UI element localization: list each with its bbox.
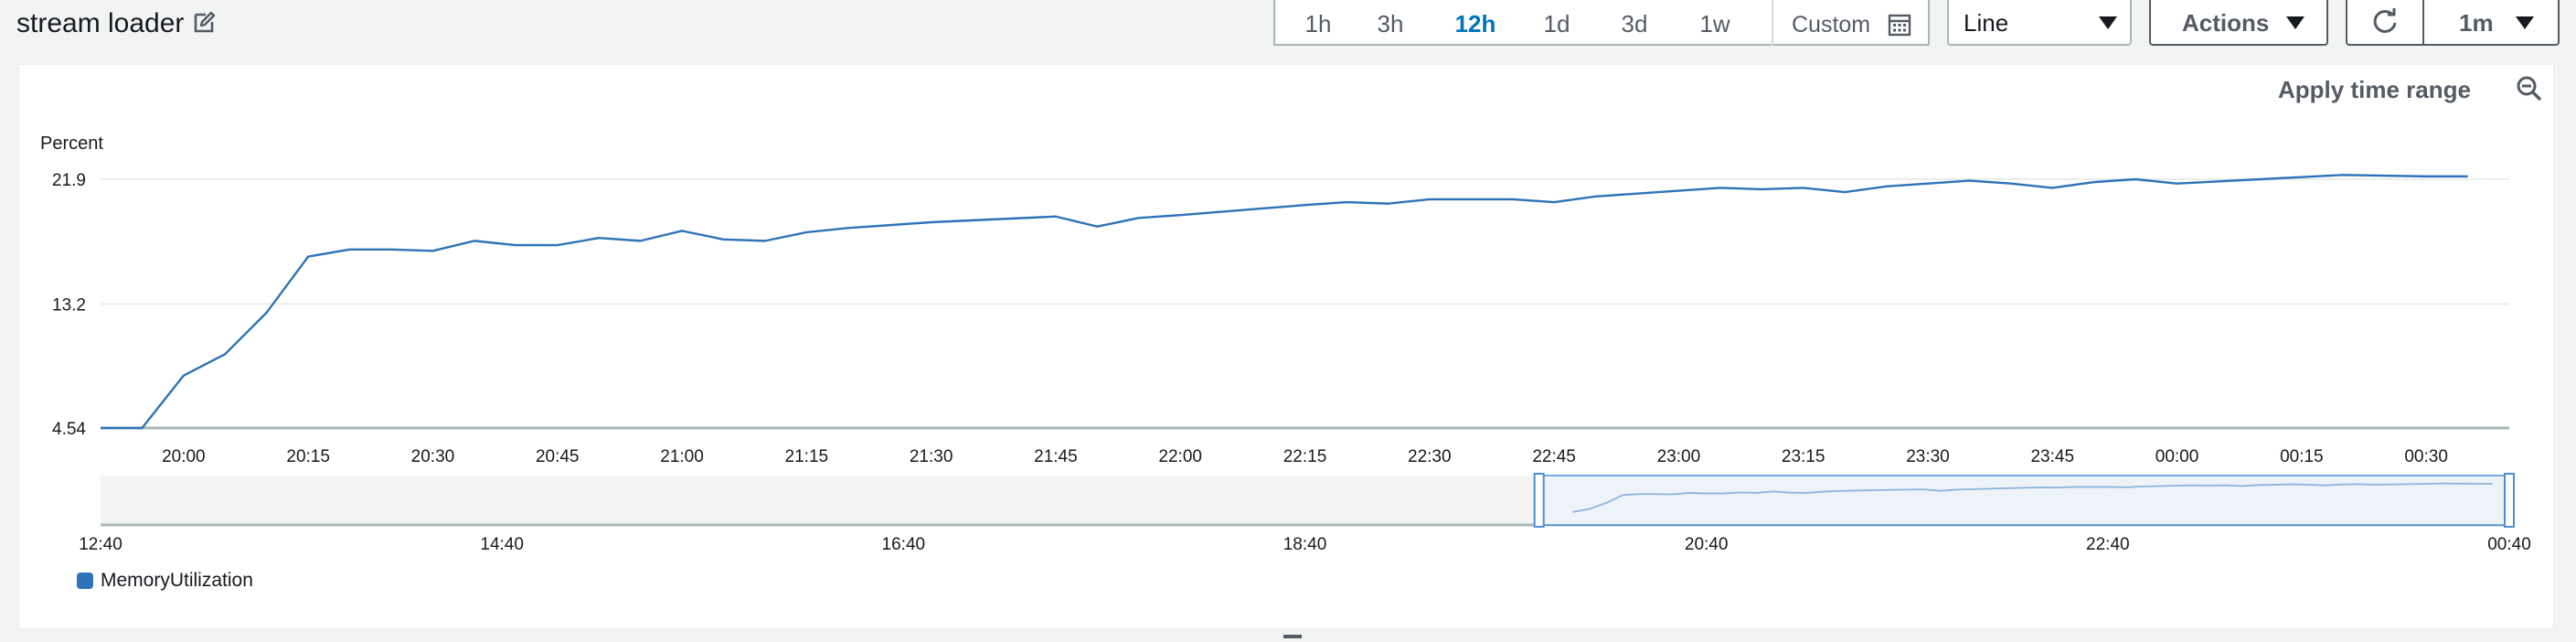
x-tick-label: 23:15 <box>1782 447 1826 466</box>
memory-utilization-chart: Percent 4.54 13.2 21.9 20:00 20:15 20:30 20:45 2… <box>40 134 2531 554</box>
y-axis-label: Percent <box>40 134 103 154</box>
x-tick-label: 23:00 <box>1657 447 1701 466</box>
navigator-tick-label: 16:40 <box>882 535 926 554</box>
navigator-handle-left[interactable] <box>1533 473 1545 528</box>
x-tick-label: 22:00 <box>1158 447 1202 466</box>
navigator-handle-right[interactable] <box>2504 473 2515 528</box>
navigator-tick-label: 18:40 <box>1283 535 1327 554</box>
x-tick-label: 00:30 <box>2404 447 2448 466</box>
navigator-tick-label: 12:40 <box>79 535 122 554</box>
y-tick-label: 21.9 <box>52 171 86 190</box>
navigator-tick-label: 22:40 <box>2086 535 2130 554</box>
x-tick-label: 21:30 <box>910 447 953 466</box>
y-tick-label: 4.54 <box>52 420 86 439</box>
navigator-tick-label: 20:40 <box>1685 535 1729 554</box>
navigator-tick-label: 14:40 <box>480 535 524 554</box>
x-tick-label: 21:15 <box>785 447 829 466</box>
x-tick-label: 00:00 <box>2156 447 2199 466</box>
x-tick-label: 21:45 <box>1034 447 1078 466</box>
x-tick-label: 20:15 <box>286 447 330 466</box>
y-tick-label: 13.2 <box>52 295 86 315</box>
resize-handle[interactable] <box>1283 635 1302 638</box>
series-line-memoryutilization <box>101 174 2468 430</box>
x-tick-label: 21:00 <box>660 447 704 466</box>
x-tick-label: 20:00 <box>162 447 206 466</box>
legend-label[interactable]: MemoryUtilization <box>101 567 253 594</box>
x-tick-label: 20:30 <box>411 447 455 466</box>
x-tick-label: 20:45 <box>536 447 580 466</box>
x-tick-label: 00:15 <box>2280 447 2324 466</box>
x-tick-label: 22:45 <box>1532 447 1576 466</box>
x-tick-label: 23:45 <box>2030 447 2074 466</box>
legend-swatch <box>77 572 93 589</box>
navigator-selection <box>1538 475 2510 526</box>
x-tick-label: 22:30 <box>1408 447 1452 466</box>
x-tick-label: 23:30 <box>1906 447 1950 466</box>
navigator-tick-label: 00:40 <box>2487 535 2531 554</box>
x-tick-label: 22:15 <box>1283 447 1327 466</box>
